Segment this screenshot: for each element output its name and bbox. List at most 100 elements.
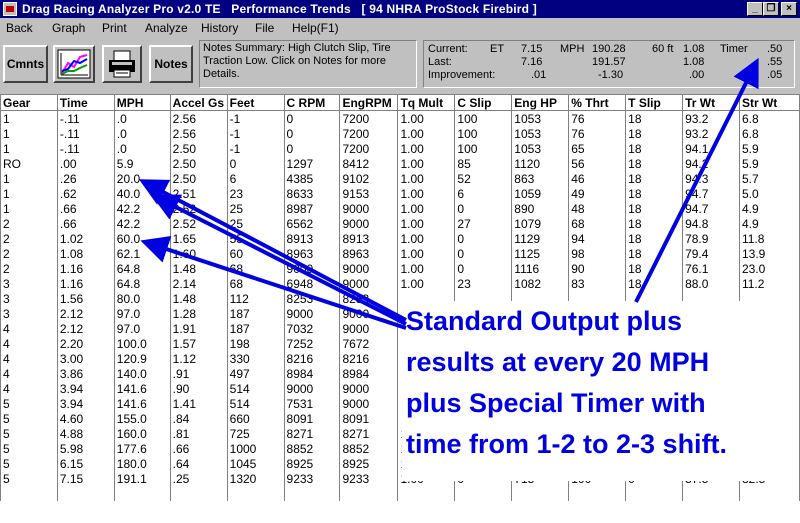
app-icon[interactable] [3, 2, 17, 16]
table-cell: 9102 [339, 171, 399, 186]
table-cell: 6.8 [738, 110, 800, 126]
table-cell: 2.52 [169, 201, 228, 216]
column-header[interactable]: C Slip [454, 94, 513, 111]
menu-file[interactable]: File [255, 21, 274, 35]
table-cell: 2.51 [169, 186, 228, 201]
menu-print[interactable]: Print [102, 21, 127, 35]
table-cell: 1.08 [56, 246, 115, 261]
table-cell: 2.14 [169, 276, 228, 291]
column-header[interactable]: T Slip [625, 94, 684, 111]
table-cell: -.11 [56, 141, 115, 156]
table-cell: 198 [226, 336, 285, 351]
table-cell: 8271 [339, 426, 399, 441]
table-row[interactable]: 1 -.11.0 2.56 -1 0 7200 1.00 100 1053 76 18 93.2 6.8 [0, 126, 800, 141]
table-cell: 1.00 [397, 201, 456, 216]
column-header[interactable]: C RPM [283, 94, 341, 111]
column-header[interactable]: MPH [113, 94, 171, 111]
menu-help[interactable]: Help(F1) [292, 21, 339, 35]
table-cell: 8852 [339, 441, 399, 456]
minimize-button[interactable]: _ [747, 2, 763, 16]
table-row[interactable]: 1.62 40.0 2.51 23 8633 9153 1.00 6 1059 49 18 94.7 5… [0, 186, 800, 201]
column-header[interactable]: Time [56, 94, 115, 111]
column-header[interactable]: Feet [226, 94, 285, 111]
column-header[interactable]: Tr Wt [682, 94, 740, 111]
table-cell: 6 [454, 186, 513, 201]
table-cell: 2.50 [169, 141, 228, 156]
table-cell [738, 486, 800, 501]
menu-graph[interactable]: Graph [52, 21, 85, 35]
menu-analyze[interactable]: Analyze [145, 21, 188, 35]
column-header[interactable]: Tq Mult [397, 94, 456, 111]
table-cell: 8091 [339, 411, 399, 426]
table-row[interactable]: 1.66 42.2 2.52 25 8987 9000 1.00 0 890 48 18 94.7 4.… [0, 201, 800, 216]
table-cell: 1.00 [397, 110, 456, 126]
restore-button[interactable]: ❐ [763, 2, 779, 16]
table-cell: 8271 [283, 426, 341, 441]
table-cell [283, 486, 341, 501]
table-cell: 5 [0, 411, 58, 426]
table-cell: 140.0 [113, 366, 171, 381]
table-cell: 1.00 [397, 141, 456, 156]
close-button[interactable]: × [781, 2, 797, 16]
print-button[interactable] [102, 45, 142, 83]
table-cell: 0 [454, 201, 513, 216]
table-cell: 1.91 [169, 321, 228, 336]
table-cell [682, 486, 740, 501]
table-cell: 0 [454, 246, 513, 261]
table-row[interactable]: 2 1.08 62.1 1.60 60 8963 8963 1.00 0 1125 98 18 79.4… [0, 246, 800, 261]
table-cell: 1125 [511, 246, 570, 261]
table-cell: 23.0 [738, 261, 800, 276]
table-row[interactable]: 2.66 42.2 2.52 25 6562 9000 1.00 27 1079 68 18 94.8… [0, 216, 800, 231]
table-cell [226, 486, 285, 501]
timer-label: Timer [720, 43, 748, 55]
table-cell: 8984 [283, 366, 341, 381]
table-cell: 93.2 [682, 110, 740, 126]
table-cell: 1.00 [397, 246, 456, 261]
column-header[interactable]: Eng HP [511, 94, 570, 111]
table-cell: 2.12 [56, 306, 115, 321]
column-header[interactable]: EngRPM [339, 94, 399, 111]
table-cell: 25 [226, 216, 285, 231]
menu-history[interactable]: History [201, 21, 238, 35]
notes-button[interactable]: Notes [149, 45, 193, 83]
table-cell: 2.20 [56, 336, 115, 351]
table-cell: 42.2 [113, 216, 171, 231]
table-cell: 9233 [283, 471, 341, 486]
run-summary: Current: Last: Improvement: ET 7.15 7.16… [423, 40, 795, 88]
column-header[interactable]: Str Wt [738, 94, 800, 111]
table-row[interactable]: 1 -.11.0 2.50 -1 0 7200 1.00 100 1053 65 18 94.1 5.9 [0, 141, 800, 156]
table-row[interactable]: 2 1.16 64.8 1.48 68 9000 9000 1.00 0 1116 90 18 76.1… [0, 261, 800, 276]
table-cell: 90 [568, 261, 627, 276]
table-row[interactable]: 1.26 20.0 2.50 6 4385 9102 1.00 52 863 46 18 94.3 5.… [0, 171, 800, 186]
table-cell: 1053 [511, 126, 570, 141]
table-cell: 1 [0, 186, 58, 201]
table-cell: 94.7 [682, 186, 740, 201]
graph-button[interactable] [53, 45, 95, 83]
table-cell: 0 [283, 126, 341, 141]
column-header[interactable]: Accel Gs [169, 94, 228, 111]
column-header[interactable]: Gear [0, 94, 58, 111]
table-row[interactable]: 3 1.16 64.8 2.14 68 6948 9000 1.00 23 1082 83 18 88.… [0, 276, 800, 291]
table-cell: 11.8 [738, 231, 800, 246]
table-cell: 514 [226, 381, 285, 396]
menu-back[interactable]: Back [6, 21, 33, 35]
table-cell: 6948 [283, 276, 341, 291]
table-cell: 94 [568, 231, 627, 246]
table-cell: 1116 [511, 261, 570, 276]
table-cell: 100 [454, 110, 513, 126]
table-cell: 9000 [339, 321, 399, 336]
table-cell: 1.00 [397, 276, 456, 291]
table-row[interactable]: 1 -.11.0 2.56 -1 0 7200 1.00 100 1053 76 18 93.2 6.8 [0, 110, 800, 126]
cmnts-button[interactable]: Cmnts [3, 45, 48, 83]
table-cell: 1320 [226, 471, 285, 486]
table-row[interactable]: RO .00 5.9 2.50 0 1297 8412 1.00 85 1120 56 18 94.2 5… [0, 156, 800, 171]
column-header[interactable]: % Thrt [568, 94, 627, 111]
last-timer: .55 [767, 56, 783, 68]
table-cell: 42.2 [113, 201, 171, 216]
window-title: Drag Racing Analyzer Pro v2.0 TE Perform… [22, 2, 537, 16]
table-row[interactable]: 2 1.02 60.0 1.65 55 8913 8913 1.00 0 1129 94 18 78.9… [0, 231, 800, 246]
table-cell: -.11 [56, 110, 115, 126]
table-cell: 97.0 [113, 321, 171, 336]
table-row[interactable] [0, 486, 800, 501]
table-cell: 9000 [283, 261, 341, 276]
